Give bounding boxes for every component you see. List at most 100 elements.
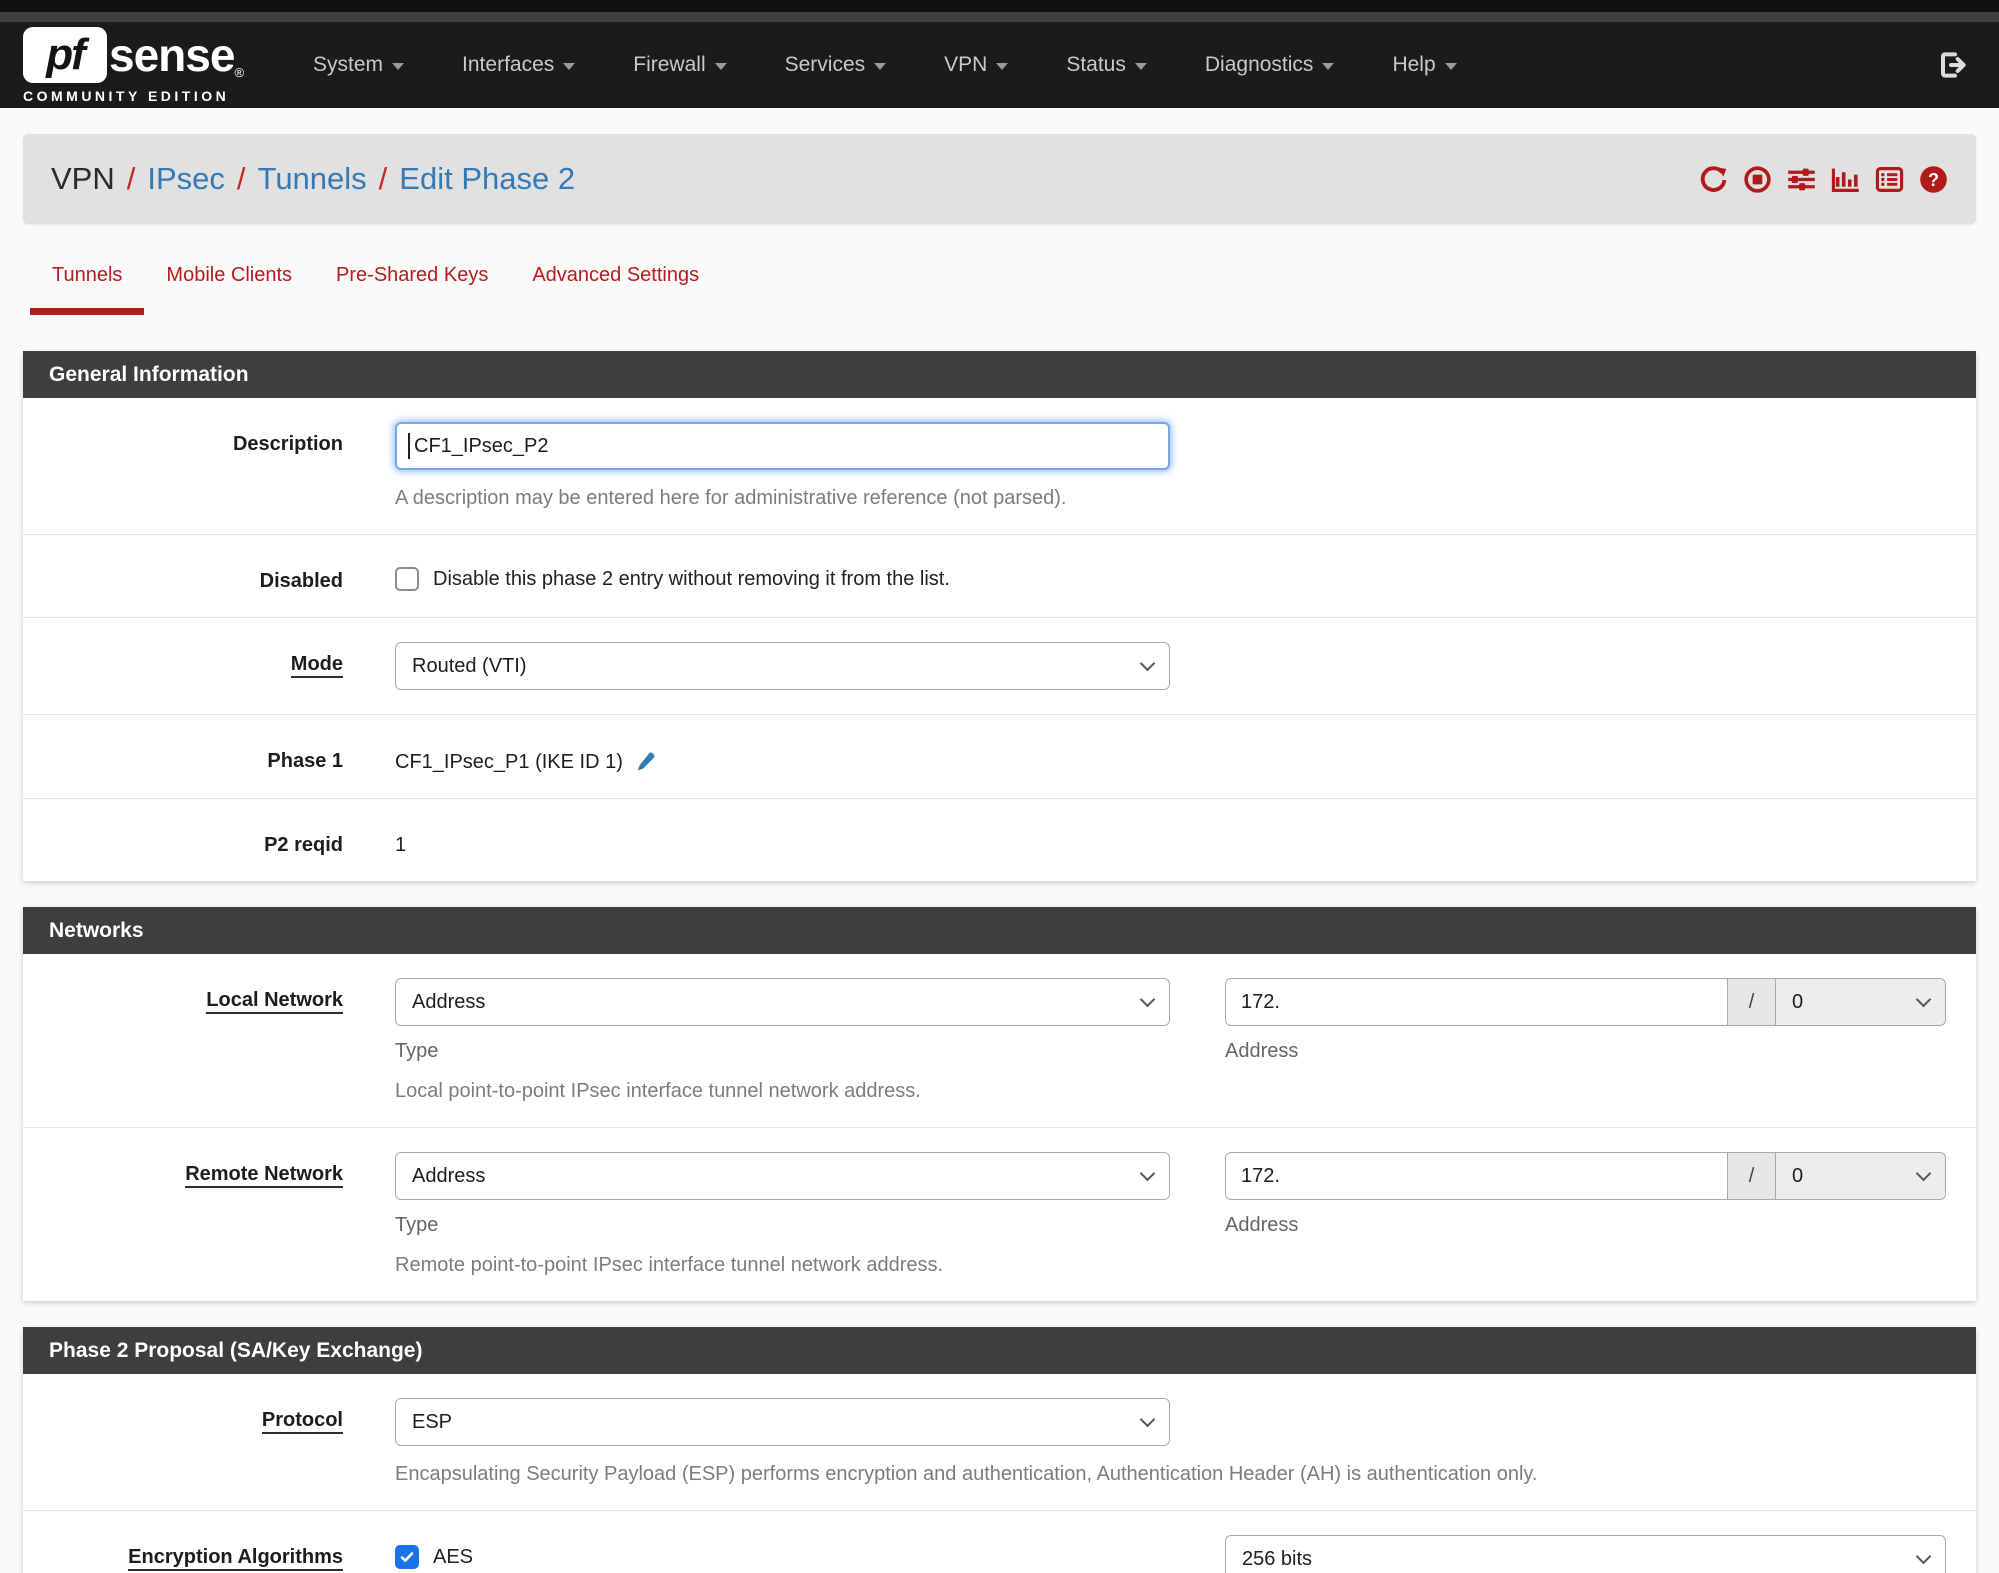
remote-network-mask-select[interactable]: 0 [1776,1152,1946,1200]
chevron-down-icon [1322,63,1335,70]
stop-circle-icon[interactable] [1743,165,1772,194]
panel-title-phase2-proposal: Phase 2 Proposal (SA/Key Exchange) [23,1327,1976,1374]
tab-tunnels[interactable]: Tunnels [30,264,145,315]
nav-item-services[interactable]: Services [756,53,916,77]
aes-keylen-select[interactable]: 256 bits [1225,1535,1946,1573]
chevron-down-icon [1915,1165,1932,1182]
p2-reqid-value: 1 [395,834,407,856]
registered-mark: ® [234,64,245,80]
nav-item-help[interactable]: Help [1363,53,1485,77]
tab-advanced-settings[interactable]: Advanced Settings [510,264,721,315]
breadcrumb-current-edit-phase-2[interactable]: Edit Phase 2 [399,161,575,197]
description-row: Description A description may be entered… [23,398,1976,535]
description-input[interactable] [395,422,1170,470]
phase1-value: CF1_IPsec_P1 (IKE ID 1) [395,750,623,773]
local-network-type-caption: Type [395,1040,439,1062]
encryption-algorithms-row: Encryption Algorithms AES 256 bits [23,1511,1976,1573]
logo-sense-text: sense [109,28,235,81]
breadcrumb-root: VPN [51,161,115,196]
nav-item-system[interactable]: System [284,53,433,77]
disabled-checkbox[interactable] [395,567,419,591]
remote-network-label: Remote Network [23,1152,395,1277]
chevron-down-icon [874,63,887,70]
aes-checkbox-label: AES [433,1545,474,1568]
local-network-address-input[interactable] [1225,978,1728,1026]
remote-network-address-caption: Address [1225,1214,1299,1236]
local-network-help-text: Local point-to-point IPsec interface tun… [395,1080,921,1102]
main-navbar: pf sense ® COMMUNITY EDITION System Inte… [0,22,1999,108]
cidr-separator: / [1728,978,1776,1026]
local-network-mask-select[interactable]: 0 [1776,978,1946,1026]
tab-mobile-clients[interactable]: Mobile Clients [144,264,314,315]
bar-chart-icon[interactable] [1831,165,1860,194]
refresh-icon[interactable] [1699,165,1728,194]
mode-select[interactable]: Routed (VTI) [395,642,1170,690]
nav-item-firewall[interactable]: Firewall [604,53,755,77]
disabled-checkbox-label: Disable this phase 2 entry without remov… [433,567,950,590]
remote-network-type-select[interactable]: Address [395,1152,1170,1200]
pf-logo-box: pf [23,26,107,83]
cidr-separator: / [1728,1152,1776,1200]
protocol-row: Protocol ESP Encapsulating Security Payl… [23,1374,1976,1511]
chevron-down-icon [1444,63,1457,70]
local-network-type-select[interactable]: Address [395,978,1170,1026]
local-network-row: Local Network Address Type / 0 Address [23,954,1976,1128]
breadcrumb-link-ipsec[interactable]: IPsec [147,161,225,197]
sliders-icon[interactable] [1787,165,1816,194]
remote-network-address-input[interactable] [1225,1152,1728,1200]
local-network-label: Local Network [23,978,395,1103]
chevron-down-icon [392,63,405,70]
protocol-select[interactable]: ESP [395,1398,1170,1446]
nav-item-vpn[interactable]: VPN [915,53,1037,77]
aes-checkbox[interactable] [395,1545,419,1569]
breadcrumb: VPN / IPsec / Tunnels / Edit Phase 2 [51,161,576,197]
page-tabs: Tunnels Mobile Clients Pre-Shared Keys A… [30,264,1999,315]
breadcrumb-link-tunnels[interactable]: Tunnels [258,161,367,197]
panel-title-general-information: General Information [23,351,1976,398]
list-icon[interactable] [1875,165,1904,194]
community-edition-label: COMMUNITY EDITION [23,87,230,104]
breadcrumb-bar: VPN / IPsec / Tunnels / Edit Phase 2 ? [23,134,1976,224]
remote-network-row: Remote Network Address Type / 0 Address [23,1128,1976,1301]
description-help-text: A description may be entered here for ad… [395,487,1067,509]
nav-item-interfaces[interactable]: Interfaces [433,53,604,77]
nav-menu: System Interfaces Firewall Services VPN … [284,53,1937,77]
panel-title-networks: Networks [23,907,1976,954]
phase2-proposal-panel: Phase 2 Proposal (SA/Key Exchange) Proto… [23,1327,1976,1573]
p2-reqid-label: P2 reqid [264,834,343,856]
local-network-address-caption: Address [1225,1040,1299,1062]
nav-item-status[interactable]: Status [1037,53,1176,77]
tab-pre-shared-keys[interactable]: Pre-Shared Keys [314,264,510,315]
chevron-down-icon [1139,1165,1156,1182]
chevron-down-icon [1915,1548,1932,1565]
page-action-icons: ? [1699,165,1948,194]
disabled-row: Disabled Disable this phase 2 entry with… [23,535,1976,618]
networks-panel: Networks Local Network Address Type / 0 [23,907,1976,1301]
mode-label: Mode [23,642,395,690]
remote-network-type-caption: Type [395,1214,439,1236]
pencil-icon[interactable] [633,750,657,774]
encryption-algorithms-label: Encryption Algorithms [23,1535,395,1573]
phase1-row: Phase 1 CF1_IPsec_P1 (IKE ID 1) [23,715,1976,799]
general-information-panel: General Information Description A descri… [23,351,1976,881]
svg-text:?: ? [1928,169,1939,189]
chevron-down-icon [1134,63,1147,70]
chevron-down-icon [714,63,727,70]
chevron-down-icon [1139,1411,1156,1428]
sign-out-icon[interactable] [1937,49,1969,81]
text-cursor [408,433,410,459]
mode-row: Mode Routed (VTI) [23,618,1976,715]
chevron-down-icon [563,63,576,70]
disabled-label: Disabled [259,570,343,592]
phase1-label: Phase 1 [267,750,343,772]
help-circle-icon[interactable]: ? [1919,165,1948,194]
window-title-strip [0,12,1999,22]
chevron-down-icon [1139,991,1156,1008]
remote-network-help-text: Remote point-to-point IPsec interface tu… [395,1254,944,1276]
chevron-down-icon [996,63,1009,70]
pfsense-logo[interactable]: pf sense ® COMMUNITY EDITION [23,26,245,104]
protocol-label: Protocol [23,1398,395,1486]
p2-reqid-row: P2 reqid 1 [23,799,1976,881]
window-top-strip [0,0,1999,12]
nav-item-diagnostics[interactable]: Diagnostics [1176,53,1364,77]
